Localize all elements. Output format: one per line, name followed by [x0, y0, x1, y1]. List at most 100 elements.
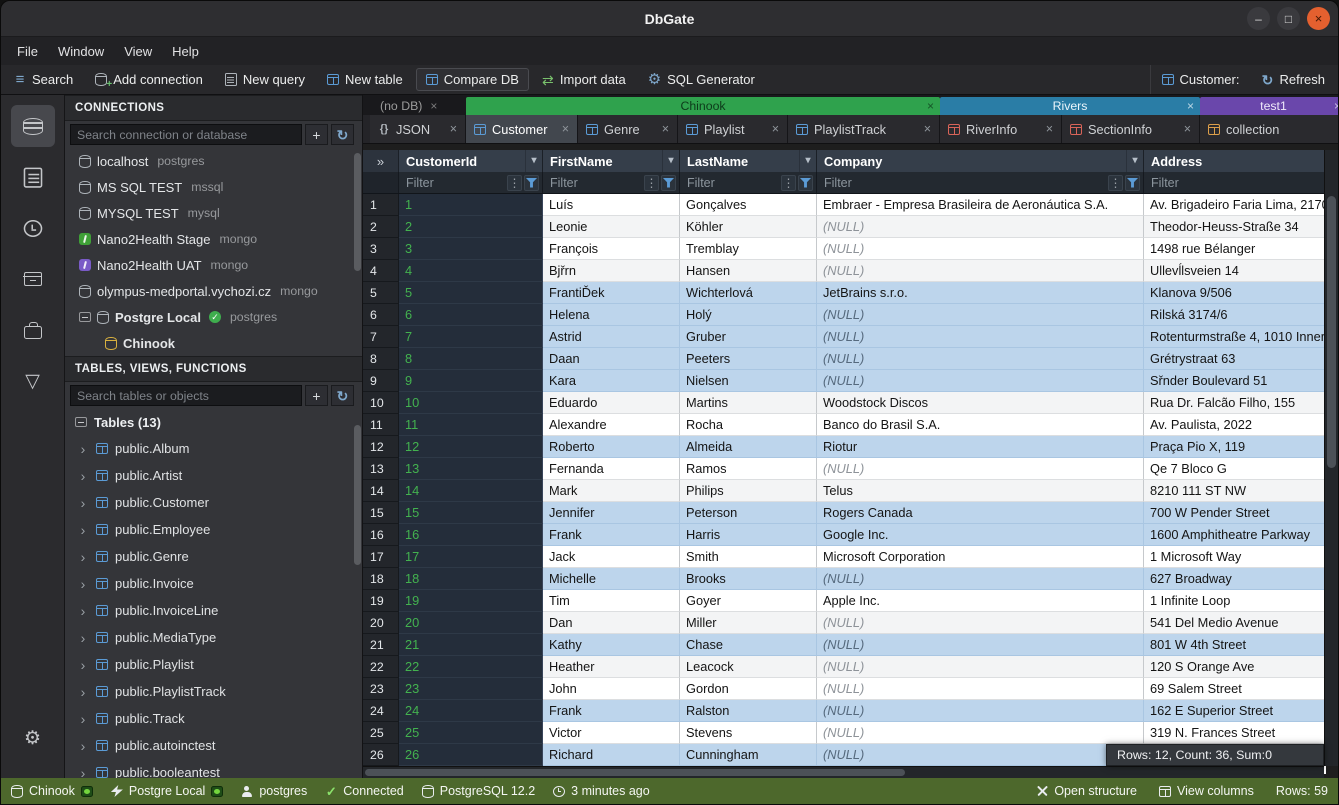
- add-table-plus-button[interactable]: +: [305, 385, 328, 406]
- filter-funnel-button[interactable]: [524, 175, 539, 191]
- column-dropdown-button[interactable]: ▾: [662, 150, 679, 172]
- tab-sectioninfo[interactable]: SectionInfo×: [1062, 115, 1200, 143]
- close-button[interactable]: ×: [1307, 7, 1330, 30]
- table-item-public-invoice[interactable]: ›public.Invoice: [65, 570, 362, 597]
- cell-company[interactable]: (NULL): [817, 304, 1144, 326]
- table-item-public-invoiceline[interactable]: ›public.InvoiceLine: [65, 597, 362, 624]
- close-tab-icon[interactable]: ×: [1046, 122, 1053, 136]
- rail-cell-data[interactable]: ▽: [11, 360, 55, 402]
- row-number-cell[interactable]: 21: [363, 634, 399, 656]
- table-item-public-customer[interactable]: ›public.Customer: [65, 489, 362, 516]
- cell-lastname[interactable]: Holý: [680, 304, 817, 326]
- filter-input-address[interactable]: Filter: [1144, 172, 1326, 193]
- status-view-columns[interactable]: View columns: [1159, 784, 1254, 798]
- row-number-cell[interactable]: 13: [363, 458, 399, 480]
- cell-company[interactable]: Woodstock Discos: [817, 392, 1144, 414]
- filter-menu-button[interactable]: ⋮: [507, 175, 522, 191]
- row-number-cell[interactable]: 2: [363, 216, 399, 238]
- column-dropdown-button[interactable]: ▾: [799, 150, 816, 172]
- cell-firstname[interactable]: Luís: [543, 194, 680, 216]
- vertical-scrollbar-thumb[interactable]: [1327, 196, 1336, 468]
- toolbar-new-table-button[interactable]: New table: [316, 65, 414, 94]
- filter-input-firstname[interactable]: Filter⋮: [543, 172, 680, 193]
- cell-lastname[interactable]: Philips: [680, 480, 817, 502]
- menu-item-window[interactable]: Window: [48, 40, 114, 63]
- cell-address[interactable]: Theodor-Heuss-Straße 34: [1144, 216, 1326, 238]
- cell-company[interactable]: (NULL): [817, 612, 1144, 634]
- cell-customerid[interactable]: 11: [399, 414, 543, 436]
- cell-lastname[interactable]: Chase: [680, 634, 817, 656]
- row-number-cell[interactable]: 20: [363, 612, 399, 634]
- sidebar-scrollbar-thumb-top[interactable]: [354, 153, 361, 271]
- cell-customerid[interactable]: 15: [399, 502, 543, 524]
- cell-customerid[interactable]: 9: [399, 370, 543, 392]
- cell-firstname[interactable]: Dan: [543, 612, 680, 634]
- table-item-public-artist[interactable]: ›public.Artist: [65, 462, 362, 489]
- cell-firstname[interactable]: Daan: [543, 348, 680, 370]
- connection-item-ms-sql-test[interactable]: MS SQL TESTmssql: [65, 174, 362, 200]
- cell-address[interactable]: Praça Pio X, 119: [1144, 436, 1326, 458]
- cell-firstname[interactable]: John: [543, 678, 680, 700]
- row-number-cell[interactable]: 7: [363, 326, 399, 348]
- close-tab-icon[interactable]: ×: [662, 122, 669, 136]
- rail-connections[interactable]: [11, 105, 55, 147]
- cell-customerid[interactable]: 2: [399, 216, 543, 238]
- column-header-company[interactable]: Company▾: [817, 150, 1144, 172]
- cell-customerid[interactable]: 10: [399, 392, 543, 414]
- cell-company[interactable]: (NULL): [817, 458, 1144, 480]
- cell-firstname[interactable]: Mark: [543, 480, 680, 502]
- cell-address[interactable]: Grétrystraat 63: [1144, 348, 1326, 370]
- close-tab-icon[interactable]: ×: [1184, 122, 1191, 136]
- row-number-cell[interactable]: 19: [363, 590, 399, 612]
- cell-firstname[interactable]: Tim: [543, 590, 680, 612]
- cell-firstname[interactable]: Jennifer: [543, 502, 680, 524]
- cell-address[interactable]: 627 Broadway: [1144, 568, 1326, 590]
- row-number-cell[interactable]: 15: [363, 502, 399, 524]
- cell-customerid[interactable]: 4: [399, 260, 543, 282]
- cell-firstname[interactable]: Kara: [543, 370, 680, 392]
- database-item-chinook[interactable]: Chinook: [65, 330, 362, 356]
- column-header-address[interactable]: Address: [1144, 150, 1326, 172]
- menu-item-help[interactable]: Help: [162, 40, 209, 63]
- titlebar[interactable]: DbGate – □ ×: [1, 1, 1338, 37]
- cell-address[interactable]: 69 Salem Street: [1144, 678, 1326, 700]
- row-number-cell[interactable]: 6: [363, 304, 399, 326]
- cell-customerid[interactable]: 25: [399, 722, 543, 744]
- cell-customerid[interactable]: 19: [399, 590, 543, 612]
- cell-address[interactable]: 541 Del Medio Avenue: [1144, 612, 1326, 634]
- cell-company[interactable]: Apple Inc.: [817, 590, 1144, 612]
- filter-funnel-button[interactable]: [661, 175, 676, 191]
- cell-company[interactable]: (NULL): [817, 744, 1144, 766]
- cell-company[interactable]: (NULL): [817, 678, 1144, 700]
- status-open-structure[interactable]: Open structure: [1036, 784, 1137, 798]
- cell-address[interactable]: 120 S Orange Ave: [1144, 656, 1326, 678]
- cell-firstname[interactable]: Michelle: [543, 568, 680, 590]
- cell-customerid[interactable]: 5: [399, 282, 543, 304]
- sidebar-scrollbar-thumb-bottom[interactable]: [354, 425, 361, 565]
- cell-company[interactable]: JetBrains s.r.o.: [817, 282, 1144, 304]
- cell-address[interactable]: 319 N. Frances Street: [1144, 722, 1326, 744]
- cell-lastname[interactable]: Brooks: [680, 568, 817, 590]
- cell-company[interactable]: (NULL): [817, 568, 1144, 590]
- filter-input-lastname[interactable]: Filter⋮: [680, 172, 817, 193]
- table-item-public-genre[interactable]: ›public.Genre: [65, 543, 362, 570]
- connection-item-olympus-medportal-vychozi-cz[interactable]: olympus-medportal.vychozi.czmongo: [65, 278, 362, 304]
- tab-playlist[interactable]: Playlist×: [678, 115, 788, 143]
- table-item-public-album[interactable]: ›public.Album: [65, 435, 362, 462]
- filter-menu-button[interactable]: ⋮: [781, 175, 796, 191]
- rail-files[interactable]: [11, 156, 55, 198]
- cell-firstname[interactable]: Jack: [543, 546, 680, 568]
- filter-input-customerid[interactable]: Filter⋮: [399, 172, 543, 193]
- cell-lastname[interactable]: Nielsen: [680, 370, 817, 392]
- cell-firstname[interactable]: Helena: [543, 304, 680, 326]
- cell-firstname[interactable]: Leonie: [543, 216, 680, 238]
- filter-menu-button[interactable]: ⋮: [1108, 175, 1123, 191]
- tab-group-no-db[interactable]: (no DB)×: [370, 97, 466, 115]
- cell-company[interactable]: Google Inc.: [817, 524, 1144, 546]
- column-dropdown-button[interactable]: ▾: [525, 150, 542, 172]
- connection-item-nano2health-uat[interactable]: Nano2Health UATmongo: [65, 252, 362, 278]
- cell-customerid[interactable]: 14: [399, 480, 543, 502]
- cell-address[interactable]: Sřnder Boulevard 51: [1144, 370, 1326, 392]
- close-tab-icon[interactable]: ×: [924, 122, 931, 136]
- cell-lastname[interactable]: Hansen: [680, 260, 817, 282]
